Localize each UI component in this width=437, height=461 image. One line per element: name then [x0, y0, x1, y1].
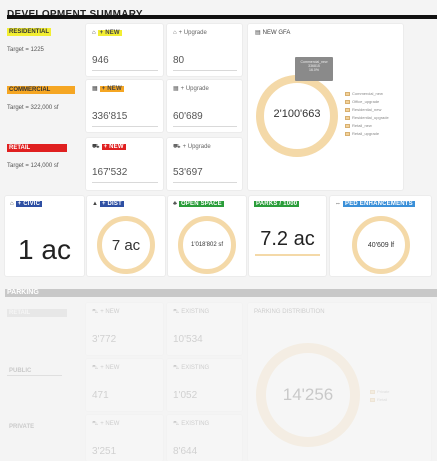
commercial-new-label: + NEW: [99, 86, 124, 92]
ped-enhancements-card: ⇔ PED ENHANCEMENTS 40'609 lf: [330, 196, 431, 276]
parks-value: 7.2 ac: [260, 228, 315, 250]
parking-private-existing-card: ⛍ EXISTING 8'644: [167, 415, 242, 461]
residential-upgrade-value: 80: [173, 55, 185, 66]
section-divider: [7, 15, 437, 19]
parking-private-label: PRIVATE: [9, 424, 35, 430]
parking-private-new-card: ⛍ + NEW 3'251: [86, 415, 163, 461]
legend-item[interactable]: Office_upgrade: [345, 99, 379, 104]
residential-label: RESIDENTIAL: [7, 28, 52, 36]
parks-label: PARKS / 1000: [254, 201, 300, 207]
document-icon: ▤: [255, 30, 261, 36]
car-icon: ⛍: [92, 309, 99, 315]
legend-item[interactable]: Retail_new: [345, 123, 372, 128]
district-label: + DIST: [99, 201, 124, 207]
retail-upgrade-value: 53'697: [173, 167, 203, 178]
pedestrian-icon: ⇔: [335, 201, 341, 207]
commercial-upgrade-value: 60'689: [173, 111, 203, 122]
dashboard-page: DEVELOPMENT SUMMARY RESIDENTIAL Target =…: [0, 0, 437, 461]
retail-label: RETAIL: [7, 144, 67, 152]
building-icon: ▦: [173, 86, 179, 92]
parking-retail-new-card: ⛍ + NEW 3'772: [86, 303, 163, 355]
parking-total-value: 14'256: [282, 385, 334, 404]
retail-new-label: + NEW: [101, 144, 126, 150]
retail-new-value: 167'532: [92, 167, 128, 178]
legend-item[interactable]: Private: [370, 389, 389, 394]
parking-public-new-card: ⛍ + NEW 471: [86, 359, 163, 411]
home-icon: ⌂: [173, 30, 177, 36]
open-space-label: OPEN SPACE: [178, 201, 224, 207]
new-gfa-card: ▤ NEW GFA 2'100'663 Commercial_new 336815…: [248, 24, 403, 190]
legend-item[interactable]: Residential_new: [345, 107, 381, 112]
legend-item[interactable]: Retail_upgrade: [345, 131, 379, 136]
district-icon: ▲: [92, 201, 98, 207]
retail-target: Target = 124,000 sf: [7, 163, 59, 169]
car-icon: ⛍: [173, 365, 180, 371]
legend-item[interactable]: Residential_upgrade: [345, 115, 389, 120]
commercial-target: Target = 322,000 sf: [7, 105, 59, 111]
parking-header-bar: PARKING: [5, 289, 437, 297]
district-value: 7 ac: [111, 237, 141, 254]
parking-public-existing-value: 1'052: [173, 390, 198, 401]
parking-private-existing-value: 8'644: [173, 446, 198, 457]
parking-public-new-value: 471: [92, 390, 109, 401]
parking-retail-label: RETAIL: [7, 309, 67, 317]
tree-icon: ♣: [173, 201, 177, 207]
open-space-value: 1'018'802 sf: [191, 242, 223, 248]
car-icon: ⛍: [92, 365, 99, 371]
commercial-upgrade-label: + Upgrade: [180, 86, 209, 92]
parking-distribution-label: PARKING DISTRIBUTION: [254, 309, 325, 315]
tooltip-percent: 16.0%: [309, 68, 319, 72]
civic-value: 1 ac: [18, 234, 71, 265]
retail-upgrade-card: ⛟ + Upgrade 53'697: [167, 138, 242, 190]
car-icon: ⛍: [92, 421, 99, 427]
building-icon: ▦: [92, 86, 98, 92]
car-icon: ⛍: [173, 421, 180, 427]
parking-private-new-value: 3'251: [92, 446, 117, 457]
legend-item[interactable]: Commercial_new: [345, 91, 383, 96]
open-space-card: ♣ OPEN SPACE 1'018'802 sf: [168, 196, 246, 276]
civic-building-icon: ⌂: [10, 201, 14, 207]
residential-new-card: ⌂ + NEW 946: [86, 24, 163, 76]
civic-label: + CIVIC: [15, 201, 43, 207]
gfa-total-value: 2'100'663: [273, 108, 321, 120]
civic-card: ⌂ + CIVIC 1 ac: [5, 196, 84, 276]
parking-title: PARKING: [7, 289, 39, 296]
commercial-new-value: 336'815: [92, 111, 128, 122]
parking-retail-new-value: 3'772: [92, 334, 117, 345]
home-icon: ⌂: [92, 30, 96, 36]
parking-retail-existing-card: ⛍ EXISTING 10'534: [167, 303, 242, 355]
commercial-label: COMMERCIAL: [7, 86, 75, 94]
residential-new-value: 946: [92, 55, 109, 66]
new-gfa-label: NEW GFA: [262, 30, 291, 36]
chart-tooltip: Commercial_new 336815 16.0%: [295, 57, 333, 81]
parking-public-existing-card: ⛍ EXISTING 1'052: [167, 359, 242, 411]
commercial-new-card: ▦ + NEW 336'815: [86, 80, 163, 132]
parks-card: PARKS / 1000 7.2 ac: [249, 196, 326, 276]
car-icon: ⛍: [173, 309, 180, 315]
parking-public-label: PUBLIC: [7, 367, 62, 376]
residential-upgrade-label: + Upgrade: [178, 30, 207, 36]
district-card: ▲ + DIST 7 ac: [87, 196, 165, 276]
retail-upgrade-label: + Upgrade: [182, 144, 211, 150]
ped-enhancements-value: 40'609 lf: [367, 242, 395, 249]
legend-item[interactable]: Retail: [370, 397, 387, 402]
retail-new-card: ⛟ + NEW 167'532: [86, 138, 163, 190]
parking-retail-existing-value: 10'534: [173, 334, 203, 345]
parks-progress-bar: [255, 254, 320, 256]
residential-target: Target = 1225: [7, 47, 44, 53]
ped-enhancements-label: PED ENHANCEMENTS: [343, 201, 415, 207]
cart-icon: ⛟: [173, 144, 181, 150]
residential-new-label: + NEW: [97, 30, 122, 36]
residential-upgrade-card: ⌂ + Upgrade 80: [167, 24, 242, 76]
cart-icon: ⛟: [92, 144, 100, 150]
parking-distribution-card: PARKING DISTRIBUTION 14'256 Private Reta…: [248, 303, 431, 461]
commercial-upgrade-card: ▦ + Upgrade 60'689: [167, 80, 242, 132]
